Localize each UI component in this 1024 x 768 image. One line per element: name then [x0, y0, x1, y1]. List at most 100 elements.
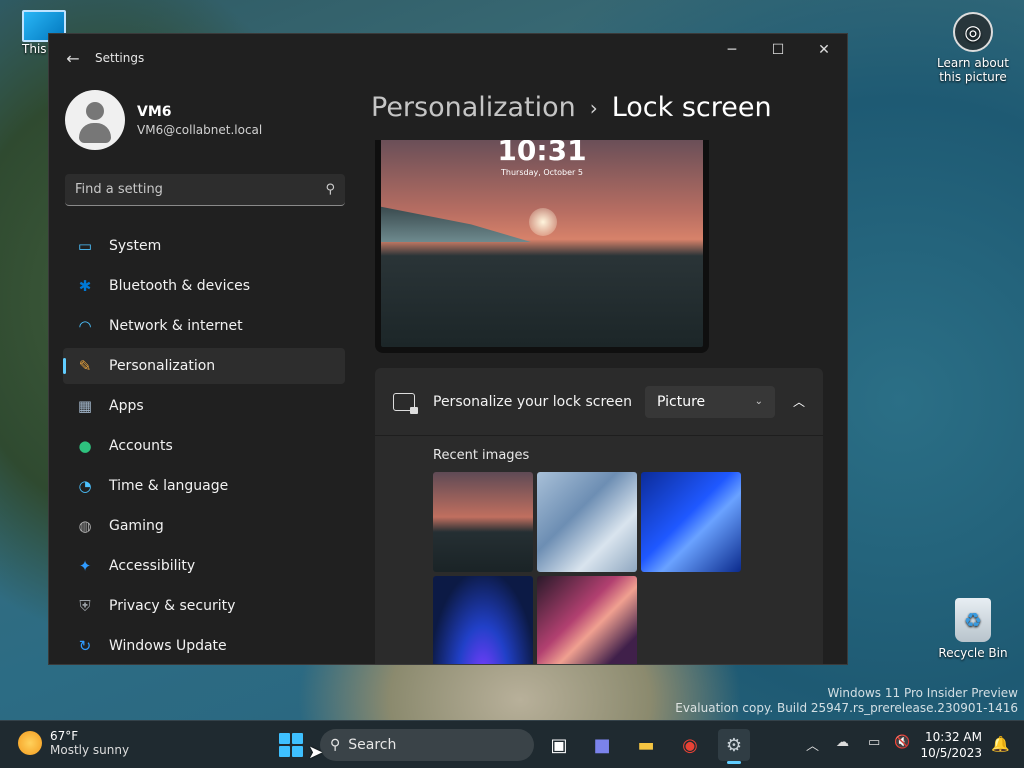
main-content: Personalization › Lock screen 10:31 Thur… — [361, 82, 847, 664]
windows-logo-pane — [279, 746, 290, 757]
teams-icon[interactable]: ■ — [586, 729, 618, 761]
sidebar-item-label: Network & internet — [109, 318, 243, 334]
recent-image-2[interactable] — [537, 472, 637, 572]
back-button[interactable]: ← — [51, 49, 95, 68]
sidebar-item-apps[interactable]: ▦ Apps — [63, 388, 345, 424]
user-name: VM6 — [137, 103, 172, 120]
windows-logo-pane — [292, 746, 303, 757]
chevron-down-icon: ⌄ — [754, 396, 763, 407]
taskbar-search-label: Search — [348, 737, 397, 753]
learn-about-picture[interactable]: ◎ Learn about this picture — [928, 12, 1018, 84]
title-bar: ← Settings ─ ☐ ✕ — [49, 34, 847, 82]
recycle-bin-desktop-icon[interactable]: ♻ Recycle Bin — [928, 598, 1018, 660]
preview-time: 10:31 — [497, 140, 587, 167]
network-icon[interactable]: ▭ — [868, 735, 880, 750]
search-icon: ⚲ — [325, 182, 335, 197]
clock-time: 10:32 AM — [925, 730, 982, 744]
sidebar-item-label: Bluetooth & devices — [109, 278, 251, 294]
weather-widget[interactable]: 67°F Mostly sunny — [18, 729, 129, 757]
chevron-up-icon[interactable]: ︿ — [806, 735, 819, 754]
sidebar-item-label: Time & language — [109, 478, 229, 494]
avatar-head — [86, 102, 104, 120]
sidebar-item-label: Accounts — [109, 438, 173, 454]
dropdown-value: Picture — [657, 393, 706, 410]
recent-image-5[interactable] — [537, 576, 637, 664]
taskbar: 67°F Mostly sunny ⚲ Search ▣ ■ ▬ ◉ ⚙ ︿ ☁… — [0, 720, 1024, 768]
accessibility-icon: ✦ — [78, 557, 92, 575]
minimize-button[interactable]: ─ — [709, 34, 755, 66]
sidebar-item-label: Gaming — [109, 518, 164, 534]
breadcrumb-parent[interactable]: Personalization — [371, 92, 576, 123]
preview-hill — [381, 206, 531, 242]
recent-image-3[interactable] — [641, 472, 741, 572]
recent-images-label: Recent images — [433, 448, 530, 463]
lock-screen-preview: 10:31 Thursday, October 5 — [375, 140, 709, 353]
apps-icon: ▦ — [77, 397, 93, 415]
sidebar-item-system[interactable]: ▭ System — [63, 228, 345, 264]
avatar — [65, 90, 125, 150]
weather-sun-icon — [18, 731, 42, 755]
sidebar-item-bluetooth-devices[interactable]: ✱ Bluetooth & devices — [63, 268, 345, 304]
system-icon: ▭ — [77, 237, 93, 255]
build-watermark: Windows 11 Pro Insider Preview Evaluatio… — [675, 686, 1018, 716]
recycle-label: Recycle Bin — [938, 646, 1008, 660]
page-title: Lock screen — [611, 92, 772, 123]
learn-label: Learn about this picture — [937, 56, 1009, 84]
sidebar-item-network-internet[interactable]: ◠ Network & internet — [63, 308, 345, 344]
chrome-icon[interactable]: ◉ — [674, 729, 706, 761]
breadcrumb: Personalization › Lock screen — [371, 92, 772, 123]
sidebar-item-accounts[interactable]: ● Accounts — [63, 428, 345, 464]
breadcrumb-separator: › — [589, 95, 598, 120]
personalize-lock-header[interactable]: Personalize your lock screen Picture ⌄ ︿ — [375, 368, 823, 436]
sidebar-item-windows-update[interactable]: ↻ Windows Update — [63, 628, 345, 664]
mouse-cursor-icon: ➤ — [308, 742, 324, 763]
lock-screen-icon — [393, 392, 418, 414]
start-button[interactable] — [279, 733, 303, 757]
window-controls: ─ ☐ ✕ — [709, 34, 847, 66]
clock-globe-icon: ◔ — [78, 477, 92, 495]
recent-image-1[interactable] — [433, 472, 533, 572]
bluetooth-icon: ✱ — [78, 277, 92, 295]
taskbar-clock[interactable]: 10:32 AM 10/5/2023 — [920, 729, 982, 761]
watermark-line2: Evaluation copy. Build 25947.rs_prerelea… — [675, 701, 1018, 715]
windows-logo-pane — [292, 733, 303, 744]
sidebar-item-label: Apps — [109, 398, 144, 414]
find-setting-input[interactable] — [75, 182, 326, 197]
wifi-icon: ◠ — [78, 317, 92, 335]
task-view-icon[interactable]: ▣ — [543, 729, 575, 761]
onedrive-icon[interactable]: ☁ — [836, 735, 849, 750]
update-icon: ↻ — [78, 637, 92, 655]
close-button[interactable]: ✕ — [801, 34, 847, 66]
window-title: Settings — [95, 51, 145, 65]
lock-background-dropdown[interactable]: Picture ⌄ — [645, 385, 775, 418]
sidebar: VM6 VM6@collabnet.local ⚲ ▭ System ✱ Blueto… — [49, 82, 361, 664]
collapse-button[interactable]: ︿ — [783, 386, 815, 418]
recent-images-grid — [433, 472, 753, 664]
notification-bell-icon[interactable]: 🔔 — [991, 735, 1010, 753]
sidebar-item-accessibility[interactable]: ✦ Accessibility — [63, 548, 345, 584]
settings-app-icon[interactable]: ⚙ — [718, 729, 750, 764]
recycle-bin-icon: ♻ — [955, 598, 991, 642]
clock-date: 10/5/2023 — [920, 746, 982, 760]
camera-icon: ◎ — [953, 12, 993, 52]
sidebar-item-gaming[interactable]: ◍ Gaming — [63, 508, 345, 544]
taskbar-search[interactable]: ⚲ Search — [320, 729, 534, 761]
sidebar-item-label: Accessibility — [109, 558, 196, 574]
gamepad-icon: ◍ — [78, 517, 92, 535]
user-profile[interactable]: VM6 VM6@collabnet.local — [49, 82, 361, 158]
weather-temp: 67°F — [50, 729, 79, 743]
search-icon: ⚲ — [330, 737, 341, 753]
maximize-button[interactable]: ☐ — [755, 34, 801, 66]
accounts-icon: ● — [78, 437, 92, 455]
preview-sun — [529, 208, 557, 236]
volume-muted-icon[interactable]: 🔇 — [894, 735, 910, 750]
file-explorer-icon[interactable]: ▬ — [630, 729, 662, 761]
sidebar-item-privacy-security[interactable]: ⛨ Privacy & security — [63, 588, 345, 624]
sidebar-item-time-language[interactable]: ◔ Time & language — [63, 468, 345, 504]
nav-list: ▭ System ✱ Bluetooth & devices ◠ Network & in… — [49, 228, 361, 664]
weather-condition: Mostly sunny — [50, 743, 130, 757]
sidebar-item-personalization[interactable]: ✎ Personalization — [63, 348, 345, 384]
shield-icon: ⛨ — [79, 597, 91, 615]
user-email: VM6@collabnet.local — [137, 122, 263, 137]
recent-image-4[interactable] — [433, 576, 533, 664]
